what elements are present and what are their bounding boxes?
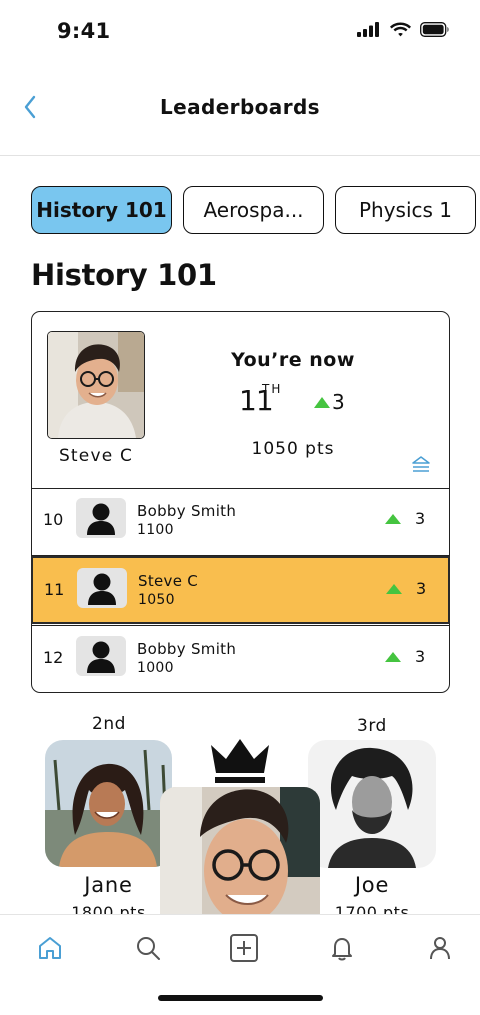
search-icon[interactable] [133, 933, 163, 963]
page-title: Leaderboards [160, 95, 320, 119]
cellular-signal-icon [357, 22, 379, 37]
tab-physics-1[interactable]: Physics 1 [335, 186, 476, 234]
row-name: Bobby Smith [137, 640, 237, 658]
up-arrow-icon [385, 513, 401, 524]
row-name: Steve C [138, 572, 199, 590]
my-points: 1050 pts [251, 439, 335, 459]
my-rank-change-value: 3 [332, 390, 345, 414]
row-points: 1000 [137, 660, 174, 676]
home-indicator [158, 995, 323, 1001]
bell-icon[interactable] [327, 933, 357, 963]
user-avatar-icon [77, 568, 127, 608]
course-tabs: History 101 Aerospa... Physics 1 [31, 186, 476, 234]
profile-icon[interactable] [425, 933, 455, 963]
tab-aerospace[interactable]: Aerospa... [183, 186, 324, 234]
wifi-icon [390, 22, 411, 37]
first-place-photo[interactable] [160, 787, 320, 914]
my-rank-summary: Steve C You’re now 11 TH 3 1050 pts [32, 312, 449, 489]
crown-icon [209, 739, 271, 789]
up-arrow-icon [386, 583, 402, 594]
second-place-label: 2nd [92, 714, 126, 734]
leaderboard-row[interactable]: 12 Bobby Smith 1000 3 [32, 625, 449, 692]
up-arrow-icon [314, 396, 330, 408]
status-time: 9:41 [57, 19, 111, 43]
third-place-label: 3rd [357, 716, 387, 736]
now-label: You’re now [231, 349, 355, 371]
row-rank: 10 [43, 510, 64, 529]
third-place-photo[interactable] [308, 740, 436, 868]
row-points: 1050 [138, 592, 175, 608]
user-avatar-icon [76, 498, 126, 538]
row-rank: 12 [43, 648, 64, 667]
row-change-value: 3 [415, 647, 426, 666]
user-avatar-icon [76, 636, 126, 676]
my-profile-photo [47, 331, 145, 439]
collapse-icon[interactable] [410, 454, 432, 474]
second-place-name: Jane [84, 873, 133, 897]
row-name: Bobby Smith [137, 502, 237, 520]
my-rank-change: 3 [314, 390, 345, 414]
leaderboard-row-current-user[interactable]: 11 Steve C 1050 3 [31, 556, 450, 624]
row-change: 3 [386, 579, 426, 598]
row-change: 3 [385, 647, 425, 666]
status-icons [357, 22, 450, 37]
battery-icon [420, 22, 449, 37]
row-rank: 11 [44, 580, 65, 599]
my-name: Steve C [58, 446, 134, 466]
row-change-value: 3 [415, 509, 426, 528]
up-arrow-icon [385, 651, 401, 662]
second-place-photo[interactable] [45, 740, 172, 867]
row-change: 3 [385, 509, 425, 528]
status-bar: 9:41 [0, 0, 480, 62]
bottom-tab-bar [0, 914, 480, 1015]
section-title: History 101 [31, 258, 217, 292]
tab-history-101[interactable]: History 101 [31, 186, 172, 234]
my-rank-suffix: TH [262, 382, 283, 396]
row-points: 1100 [137, 522, 174, 538]
home-icon[interactable] [35, 933, 65, 963]
leaderboard-row[interactable]: 10 Bobby Smith 1100 3 [32, 488, 449, 556]
row-change-value: 3 [416, 579, 427, 598]
third-place-name: Joe [354, 873, 390, 897]
leaderboard-card: Steve C You’re now 11 TH 3 1050 pts 10 B… [31, 311, 450, 693]
add-icon[interactable] [229, 933, 259, 963]
nav-header: Leaderboards [0, 62, 480, 156]
